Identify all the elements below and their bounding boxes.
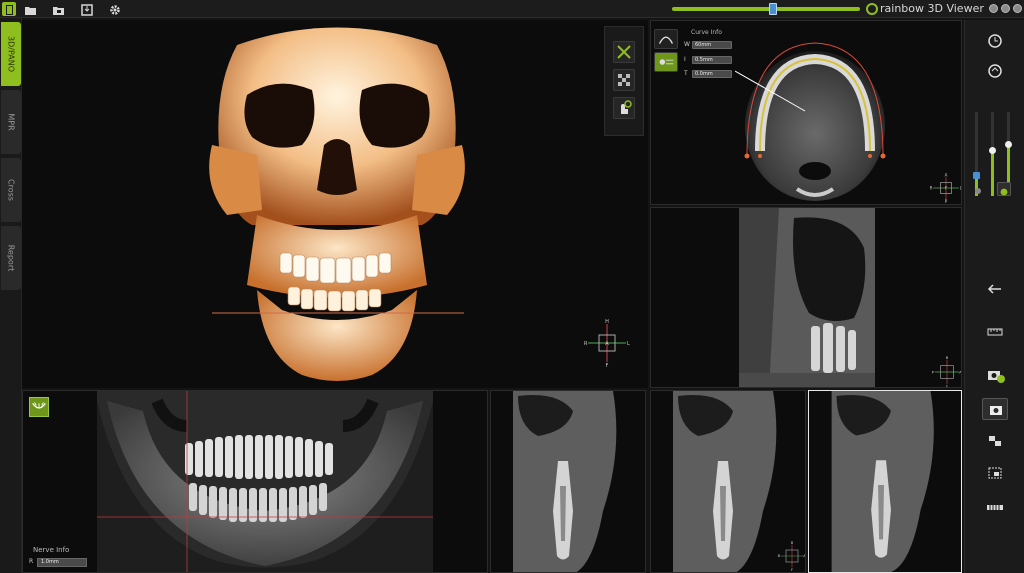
curve-thickness-row: T 0.0mm [684, 70, 732, 78]
curve-width-row: W 60mm [684, 41, 732, 49]
filmstrip-icon[interactable] [982, 496, 1008, 518]
measure-icon[interactable] [613, 41, 635, 63]
export-icon[interactable] [80, 2, 94, 16]
sagittal-slice-image [739, 208, 875, 387]
viewport-slice-2[interactable]: B B A F [650, 390, 806, 573]
camera-add-icon[interactable] [982, 364, 1008, 386]
window-level-slider-2[interactable] [989, 112, 996, 196]
curve-interval-label: I [684, 56, 686, 63]
nerve-info-box: Nerve Info R 1.0mm [29, 546, 99, 570]
curve-interval-row: I 0.5mm [684, 56, 732, 64]
orient-left: P [932, 369, 935, 374]
layout-icon[interactable] [982, 430, 1008, 452]
orient-right: A [803, 554, 806, 558]
zoom-slider-handle[interactable] [769, 3, 777, 15]
folder-open-icon[interactable] [24, 2, 38, 16]
tab-label: 3D/PANO [6, 35, 16, 73]
orientation-cube-sagittal: B P A F [932, 356, 962, 388]
viewport-panoramic[interactable]: Nerve Info R 1.0mm [22, 390, 488, 573]
orientation-cube-3d: H R L F A [584, 319, 630, 368]
curve-arch-button[interactable] [654, 29, 678, 49]
nerve-diameter-select[interactable]: 1.0mm [37, 558, 87, 567]
minimize-icon[interactable] [989, 4, 998, 13]
close-icon[interactable] [1013, 4, 1022, 13]
viewport-slice-3-selected[interactable] [808, 390, 962, 573]
orient-center: A [605, 341, 609, 347]
tab-report[interactable]: Report [1, 226, 21, 290]
curve-info-title: Curve Info [691, 29, 722, 36]
nerve-info-title: Nerve Info [33, 546, 70, 554]
tab-label: Report [6, 244, 16, 272]
reset-view-icon[interactable] [982, 30, 1008, 52]
skull-3d-rendering [209, 27, 465, 381]
rainbow-logo-icon [866, 3, 878, 15]
tab-3d-pano[interactable]: 3D/PANO [1, 22, 21, 86]
app-title: rainbow 3D Viewer [880, 2, 984, 15]
undo-rotate-icon[interactable] [982, 60, 1008, 82]
orient-bottom: F [791, 568, 793, 571]
folder-save-icon[interactable] [52, 2, 66, 16]
wl-knob-1[interactable] [973, 172, 980, 179]
orient-top: B [791, 541, 794, 545]
orient-bottom: F [946, 384, 948, 388]
window-level-slider-1[interactable] [973, 112, 980, 196]
tab-mpr[interactable]: MPR [1, 90, 21, 154]
curve-thickness-select[interactable]: 0.0mm [692, 70, 732, 78]
left-tab-bar: 3D/PANO MPR Cross Report [0, 18, 22, 573]
tab-cross[interactable]: Cross [1, 158, 21, 222]
app-logo-icon[interactable] [2, 2, 16, 16]
camera-capture-icon[interactable] [982, 398, 1008, 420]
help-icon[interactable] [1001, 4, 1010, 13]
contrast-icon [975, 188, 981, 194]
checker-icon[interactable] [613, 69, 635, 91]
panoramic-image [97, 391, 433, 572]
axial-slice-image [735, 42, 886, 201]
3d-tool-panel [604, 26, 644, 136]
wl-fill-2 [991, 149, 994, 196]
ruler-icon[interactable] [982, 320, 1008, 342]
orient-top: B [946, 356, 949, 360]
curve-width-label: W [684, 41, 690, 48]
settings-icon[interactable] [108, 2, 122, 16]
orientation-cube-slice: B B A F [778, 541, 806, 571]
orient-bottom: F [606, 363, 609, 368]
pano-mode-icon[interactable] [29, 397, 49, 417]
back-arrow-icon[interactable] [982, 278, 1008, 300]
curve-width-select[interactable]: 60mm [692, 41, 732, 49]
brightness-icon[interactable] [997, 182, 1011, 196]
rotate-hand-icon[interactable] [613, 97, 635, 119]
orient-right: L [627, 341, 630, 347]
orient-right: A [959, 369, 962, 374]
slice-3-image [831, 391, 934, 572]
orient-top: H [605, 319, 609, 325]
orient-right: L [960, 185, 962, 190]
right-toolbar [964, 20, 1024, 573]
curve-thickness-label: T [684, 70, 688, 77]
nerve-key-label: R [29, 558, 34, 565]
orientation-cube-curve: A R L P F [930, 173, 962, 203]
orient-top: A [945, 173, 948, 177]
slice-1-image [513, 391, 617, 572]
viewport-slice-1[interactable] [490, 390, 646, 573]
tab-label: Cross [6, 179, 16, 201]
orient-left: R [584, 341, 588, 347]
viewport-curve-axial[interactable]: Curve Info W 60mm I 0.5mm T 0.0mm A R L P F [650, 20, 962, 205]
orient-bottom: P [945, 199, 948, 203]
wl-knob-2[interactable] [989, 146, 996, 154]
orient-left: R [930, 185, 933, 190]
curve-edit-button[interactable] [654, 52, 678, 72]
tab-label: MPR [6, 113, 16, 131]
screenshot-area-icon[interactable] [982, 462, 1008, 484]
curve-interval-select[interactable]: 0.5mm [692, 56, 732, 64]
orient-left: B [778, 554, 781, 558]
zoom-slider-track[interactable] [672, 7, 860, 11]
viewport-3d[interactable]: H R L F A [22, 20, 648, 388]
title-bar: rainbow 3D Viewer [0, 0, 1024, 18]
viewport-sagittal[interactable]: B P A F [650, 207, 962, 388]
wl-knob-3[interactable] [1005, 140, 1012, 148]
slice-2-image [673, 391, 777, 572]
